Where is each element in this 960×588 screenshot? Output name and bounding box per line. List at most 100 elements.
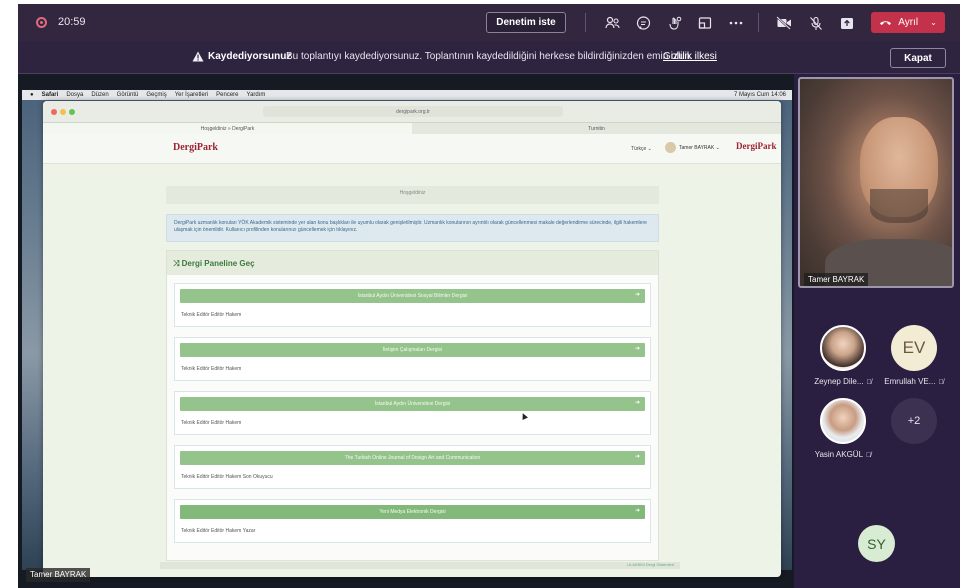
- language-selector: Türkçe ⌄: [631, 146, 652, 152]
- participant-name: Yasin AKGÜL 🎙̸: [814, 450, 872, 459]
- close-banner-button[interactable]: Kapat: [890, 48, 946, 68]
- dergipark-content: Hoşgeldiniz DergiPark uzmanlık konuları …: [166, 186, 659, 561]
- tab-turnitin: Turnitin: [588, 125, 605, 132]
- self-avatar[interactable]: SY: [858, 525, 895, 562]
- toolbar-divider: [585, 13, 586, 32]
- request-control-button[interactable]: Denetim iste: [486, 12, 566, 33]
- journal-card: İstanbul Aydın Üniversitesi Sosyal Bilim…: [174, 283, 651, 327]
- leave-button[interactable]: Ayrıl ⌄: [871, 12, 945, 33]
- avatar: [820, 325, 866, 371]
- arrow-right-icon: ➜: [634, 508, 640, 514]
- mic-off-icon: 🎙̸: [938, 379, 944, 386]
- mic-off-icon: 🎙̸: [866, 379, 872, 386]
- avatar: [820, 398, 866, 444]
- mac-menu-item: Yardım: [246, 92, 266, 98]
- journal-link: İstanbul Aydın Üniversitesi Dergisi ➜: [180, 397, 645, 411]
- mac-menu-item: Yer İşaretleri: [174, 92, 209, 98]
- share-icon[interactable]: [838, 14, 856, 32]
- banner-title: Kaydediyorsunuz: [208, 51, 292, 62]
- journal-name: İstanbul Aydın Üniversitesi Dergisi: [374, 401, 451, 407]
- recording-banner: Kaydediyorsunuz Bu toplantıyı kaydediyor…: [18, 41, 960, 74]
- mac-menu-item: Geçmiş: [146, 92, 167, 98]
- more-icon[interactable]: [727, 14, 745, 32]
- camera-off-icon[interactable]: [775, 14, 793, 32]
- journal-roles: Teknik Editör Editör Hakem Son Okuyucu: [181, 474, 273, 480]
- panel-title-text: Dergi Paneline Geç: [181, 259, 255, 268]
- recording-icon: [36, 17, 47, 28]
- panel-title: ⤨ Dergi Paneline Geç: [167, 251, 658, 275]
- share-tray-icon[interactable]: [696, 14, 714, 32]
- journal-name: İletişim Çalışmaları Dergisi: [382, 347, 443, 353]
- video-tile[interactable]: Tamer BAYRAK: [798, 77, 954, 288]
- dergipark-logo-right: DergiPark: [736, 141, 777, 151]
- journal-link: The Turkish Online Journal of Design Art…: [180, 451, 645, 465]
- more-participants-count: +2: [891, 398, 937, 444]
- journal-card: Yeni Medya Elektronik Dergisi ➜ Teknik Ed…: [174, 499, 651, 543]
- user-name: Tamer BAYRAK ⌄: [679, 144, 720, 151]
- journal-roles: Teknik Editör Editör Hakem Yazar: [181, 528, 256, 534]
- people-icon[interactable]: [603, 14, 621, 32]
- privacy-policy-link[interactable]: Gizlilik ilkesi: [663, 51, 717, 62]
- welcome-box: Hoşgeldiniz: [166, 186, 659, 204]
- mic-off-icon[interactable]: [807, 14, 825, 32]
- arrow-right-icon: ➜: [634, 346, 640, 352]
- arrow-right-icon: ➜: [634, 400, 640, 406]
- more-participants-button[interactable]: +2: [877, 398, 951, 444]
- phone-icon: [880, 21, 892, 25]
- apple-icon: ●: [30, 92, 34, 98]
- close-window-icon: [51, 109, 57, 115]
- participant-tile[interactable]: Zeynep Dile... 🎙̸: [806, 325, 880, 386]
- video-name-label: Tamer BAYRAK: [804, 273, 869, 286]
- journal-roles: Teknik Editör Editör Hakem: [181, 420, 242, 426]
- mac-clock: 7 Mayıs Cum 14:06: [733, 92, 786, 98]
- dergipark-logo: DergiPark: [173, 142, 218, 153]
- site-footer: ULAKBİM Dergi Sistemleri: [160, 562, 680, 569]
- shuffle-icon: ⤨: [173, 259, 182, 268]
- tab-dergipark: Hoşgeldiniz » DergiPark: [43, 123, 412, 134]
- journal-link: İletişim Çalışmaları Dergisi ➜: [180, 343, 645, 357]
- mac-menubar: ● Safari Dosya Düzen Görüntü Geçmiş Yer …: [22, 90, 792, 100]
- teams-meeting-window: 20:59 Denetim iste Ayrıl ⌄ Kaydediyorsun…: [18, 4, 960, 588]
- journal-panel: ⤨ Dergi Paneline Geç İstanbul Aydın Üniv…: [166, 250, 659, 561]
- arrow-right-icon: ➜: [634, 454, 640, 460]
- maximize-window-icon: [69, 109, 75, 115]
- participant-tile[interactable]: Yasin AKGÜL 🎙̸: [806, 398, 880, 459]
- browser-tabs: Hoşgeldiniz » DergiPark Turnitin: [43, 123, 781, 134]
- banner-text: Bu toplantıyı kaydediyorsunuz. Toplantın…: [286, 51, 693, 62]
- meeting-timer: 20:59: [58, 16, 86, 28]
- participant-tile[interactable]: EV Emrullah VE... 🎙̸: [877, 325, 951, 386]
- video-person-beard: [870, 189, 928, 223]
- mac-menu-item: Pencere: [216, 92, 239, 98]
- chat-icon[interactable]: [634, 14, 652, 32]
- leave-label: Ayrıl: [898, 17, 919, 28]
- reactions-icon[interactable]: [665, 14, 683, 32]
- journal-name: İstanbul Aydın Üniversitesi Sosyal Bilim…: [357, 293, 468, 299]
- address-bar: dergipark.org.tr: [263, 106, 563, 117]
- safari-toolbar: dergipark.org.tr: [43, 101, 781, 123]
- presenter-label: Tamer BAYRAK: [26, 568, 91, 582]
- mac-menu-safari: Safari: [41, 92, 59, 98]
- chevron-down-icon[interactable]: ⌄: [930, 18, 937, 27]
- dergipark-header: DergiPark Türkçe ⌄ Tamer BAYRAK ⌄ DergiP…: [43, 134, 781, 164]
- journal-name: Yeni Medya Elektronik Dergisi: [379, 509, 446, 515]
- avatar: EV: [891, 325, 937, 371]
- avatar: [665, 142, 676, 153]
- mac-menu-item: Düzen: [91, 92, 109, 98]
- journal-card: İstanbul Aydın Üniversitesi Dergisi ➜ Tek…: [174, 391, 651, 435]
- toolbar-divider: [758, 13, 759, 32]
- journal-roles: Teknik Editör Editör Hakem: [181, 312, 242, 318]
- journal-link: Yeni Medya Elektronik Dergisi ➜: [180, 505, 645, 519]
- arrow-right-icon: ➜: [634, 292, 640, 298]
- meeting-toolbar: 20:59 Denetim iste Ayrıl ⌄: [18, 4, 960, 41]
- journal-link: İstanbul Aydın Üniversitesi Sosyal Bilim…: [180, 289, 645, 303]
- minimize-window-icon: [60, 109, 66, 115]
- shared-screen: ● Safari Dosya Düzen Görüntü Geçmiş Yer …: [18, 74, 794, 588]
- journal-card: İletişim Çalışmaları Dergisi ➜ Teknik Edi…: [174, 337, 651, 381]
- participant-name: Emrullah VE... 🎙̸: [884, 377, 944, 386]
- warning-icon: [192, 51, 204, 62]
- info-notice: DergiPark uzmanlık konuları YÖK Akademik…: [166, 214, 659, 242]
- journal-card: The Turkish Online Journal of Design Art…: [174, 445, 651, 489]
- mic-off-icon: 🎙̸: [866, 452, 872, 459]
- mac-menu-item: Dosya: [66, 92, 84, 98]
- user-menu: Tamer BAYRAK ⌄: [665, 142, 720, 153]
